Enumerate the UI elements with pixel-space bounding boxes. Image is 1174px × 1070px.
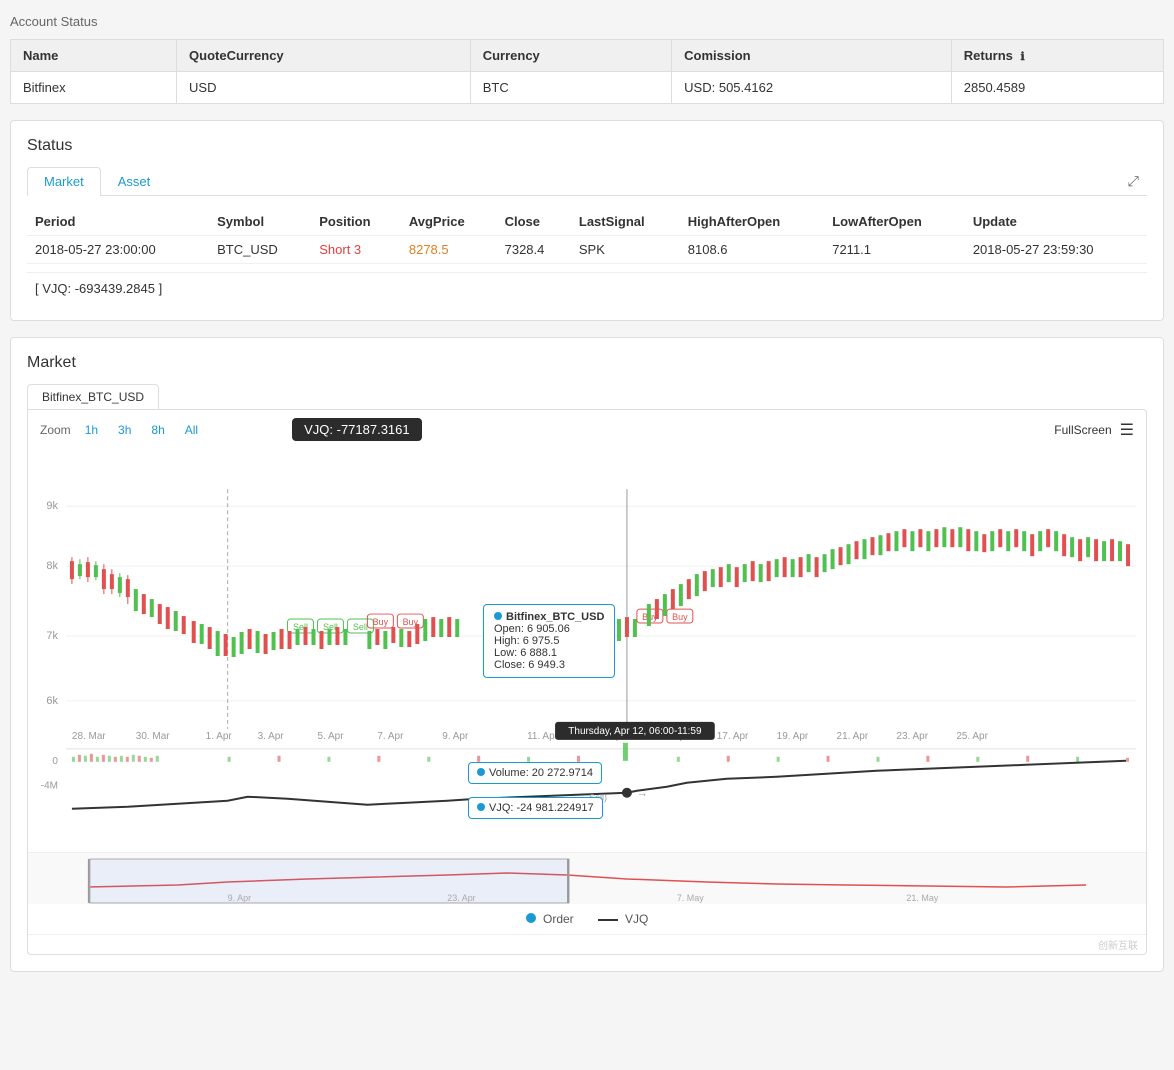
account-row: Bitfinex USD BTC USD: 505.4162 2850.4589 (11, 72, 1164, 104)
svg-text:9. Apr: 9. Apr (442, 731, 469, 742)
tab-asset[interactable]: Asset (101, 167, 168, 195)
status-low: 7211.1 (824, 236, 965, 264)
zoom-all[interactable]: All (179, 421, 204, 439)
status-symbol: BTC_USD (209, 236, 311, 264)
chart-tab-bitfinex[interactable]: Bitfinex_BTC_USD (27, 384, 159, 410)
svg-text:8k: 8k (46, 560, 58, 572)
status-col-low: LowAfterOpen (824, 208, 965, 236)
status-col-high: HighAfterOpen (680, 208, 824, 236)
svg-text:9k: 9k (46, 500, 58, 512)
price-tooltip: Bitfinex_BTC_USD Open: 6 905.06 High: 6 … (483, 604, 615, 678)
chart-legend: Order VJQ (28, 904, 1146, 934)
svg-text:→: → (637, 788, 648, 800)
status-col-update: Update (965, 208, 1147, 236)
account-comission: USD: 505.4162 (672, 72, 952, 104)
svg-text:11. Apr: 11. Apr (527, 731, 559, 742)
watermark: 创新互联 (28, 934, 1146, 954)
col-header-name: Name (11, 40, 177, 72)
status-table: Period Symbol Position AvgPrice Close La… (27, 208, 1147, 264)
account-returns: 2850.4589 (951, 72, 1163, 104)
status-col-period: Period (27, 208, 209, 236)
status-close: 7328.4 (497, 236, 571, 264)
vjq-chart-tooltip: VJQ: -24 981.224917 (468, 797, 603, 819)
svg-text:9. Apr: 9. Apr (228, 893, 251, 903)
expand-icon[interactable]: ⤢ (1128, 173, 1139, 190)
svg-text:-4M: -4M (41, 781, 58, 792)
zoom-8h[interactable]: 8h (145, 421, 170, 439)
svg-text:Buy: Buy (672, 612, 688, 622)
svg-text:19. Apr: 19. Apr (777, 731, 809, 742)
zoom-3h[interactable]: 3h (112, 421, 137, 439)
status-avgprice: 8278.5 (401, 236, 497, 264)
account-status-title: Account Status (10, 10, 1164, 33)
vjq-legend-line (598, 919, 618, 921)
status-high: 8108.6 (680, 236, 824, 264)
chart-controls: Zoom 1h 3h 8h All VJQ: -77187.3161 FullS… (28, 410, 1146, 449)
svg-text:23. Apr: 23. Apr (896, 731, 928, 742)
vjq-legend-label: VJQ (625, 912, 648, 926)
status-update: 2018-05-27 23:59:30 (965, 236, 1147, 264)
zoom-1h[interactable]: 1h (79, 421, 104, 439)
col-header-currency: Currency (470, 40, 671, 72)
order-legend-dot (526, 913, 536, 923)
market-section: Market Bitfinex_BTC_USD Zoom 1h 3h 8h Al… (10, 337, 1164, 972)
chart-area[interactable]: 9k 8k 7k 6k (28, 449, 1146, 852)
svg-text:7. May: 7. May (677, 893, 704, 903)
mini-chart-svg: 9. Apr 23. Apr 7. May 21. May (28, 857, 1146, 904)
fullscreen-area: FullScreen ☰ (1054, 420, 1134, 440)
account-table: Name QuoteCurrency Currency Comission Re… (10, 39, 1164, 104)
col-header-comission: Comission (672, 40, 952, 72)
status-period: 2018-05-27 23:00:00 (27, 236, 209, 264)
svg-text:21. Apr: 21. Apr (837, 731, 869, 742)
account-name: Bitfinex (11, 72, 177, 104)
svg-text:23. Apr: 23. Apr (447, 893, 475, 903)
status-col-lastsignal: LastSignal (571, 208, 680, 236)
zoom-label: Zoom (40, 423, 71, 437)
vjq-note: [ VJQ: -693439.2845 ] (27, 272, 1147, 304)
status-col-avgprice: AvgPrice (401, 208, 497, 236)
tab-market[interactable]: Market (27, 167, 101, 196)
svg-text:21. May: 21. May (906, 893, 938, 903)
mini-chart-area[interactable]: 9. Apr 23. Apr 7. May 21. May ◀ ▶ (28, 852, 1146, 904)
svg-text:7k: 7k (46, 630, 58, 642)
status-row: 2018-05-27 23:00:00 BTC_USD Short 3 8278… (27, 236, 1147, 264)
svg-text:Thursday, Apr 12, 06:00-11:59: Thursday, Apr 12, 06:00-11:59 (568, 726, 702, 737)
svg-text:25. Apr: 25. Apr (956, 731, 988, 742)
status-lastsignal: SPK (571, 236, 680, 264)
svg-text:Buy: Buy (373, 617, 389, 627)
status-title: Status (27, 137, 1147, 155)
market-title: Market (27, 354, 1147, 372)
vjq-main-tooltip: VJQ: -77187.3161 (292, 418, 422, 441)
svg-text:6k: 6k (46, 695, 58, 707)
svg-text:28. Mar: 28. Mar (72, 731, 106, 742)
svg-text:1. Apr: 1. Apr (206, 731, 233, 742)
col-header-returns: Returns ℹ (951, 40, 1163, 72)
account-currency: BTC (470, 72, 671, 104)
status-tabs: Market Asset ⤢ (27, 167, 1147, 196)
svg-text:3. Apr: 3. Apr (258, 731, 285, 742)
status-col-symbol: Symbol (209, 208, 311, 236)
status-col-position: Position (311, 208, 401, 236)
status-col-close: Close (497, 208, 571, 236)
svg-text:7. Apr: 7. Apr (377, 731, 404, 742)
chart-menu-icon[interactable]: ☰ (1120, 420, 1134, 440)
returns-info-icon: ℹ (1021, 51, 1025, 63)
svg-text:30. Mar: 30. Mar (136, 731, 170, 742)
chart-container: Zoom 1h 3h 8h All VJQ: -77187.3161 FullS… (27, 409, 1147, 955)
svg-text:5. Apr: 5. Apr (317, 731, 344, 742)
status-section: Status Market Asset ⤢ Period Symbol Posi… (10, 120, 1164, 321)
svg-text:17. Apr: 17. Apr (717, 731, 749, 742)
svg-text:0: 0 (52, 756, 58, 767)
col-header-quote: QuoteCurrency (177, 40, 471, 72)
status-position: Short 3 (311, 236, 401, 264)
account-quote-currency: USD (177, 72, 471, 104)
fullscreen-button[interactable]: FullScreen (1054, 423, 1111, 437)
svg-text:Sell: Sell (353, 622, 368, 632)
order-legend-label: Order (543, 912, 574, 926)
volume-tooltip: Volume: 20 272.9714 (468, 762, 602, 784)
